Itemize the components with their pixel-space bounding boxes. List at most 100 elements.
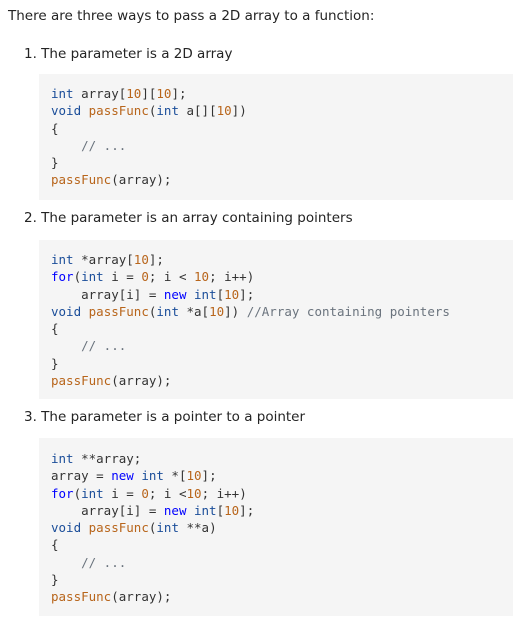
code-token: // ... xyxy=(51,137,127,153)
code-token: passFunc xyxy=(51,373,112,389)
code-token: int xyxy=(51,86,74,101)
code-line: } xyxy=(51,572,59,587)
code-token: ; i < xyxy=(148,485,187,501)
code-token: array[i] = xyxy=(51,286,164,302)
code-token: { xyxy=(51,120,59,136)
code-line: } xyxy=(51,356,59,371)
code-token: int xyxy=(51,252,74,267)
code-token: array[ xyxy=(73,86,127,101)
code-line: void passFunc(int *a[10]) //Array contai… xyxy=(51,304,450,319)
code-token: int xyxy=(156,520,179,536)
code-token: ]; xyxy=(148,252,164,267)
code-token: int xyxy=(194,286,217,302)
code-token: ( xyxy=(73,485,82,501)
code-token: passFunc xyxy=(51,172,112,188)
code-block-3: int **array; array = new int *[10]; for(… xyxy=(39,438,513,616)
code-line: { xyxy=(51,321,59,336)
code-token: (array); xyxy=(111,589,172,605)
code-line: int **array; xyxy=(51,451,141,466)
code-token: 10 xyxy=(133,252,149,267)
code-token: 10 xyxy=(126,86,142,101)
code-token: (array); xyxy=(111,373,172,389)
code-token: int xyxy=(156,103,179,119)
code-line: passFunc(array); xyxy=(51,172,171,187)
code-token: **array; xyxy=(73,451,142,466)
code-token: *[ xyxy=(163,468,187,484)
code-line: // ... xyxy=(51,338,126,353)
code-token: void xyxy=(51,103,82,119)
code-token: *a[ xyxy=(178,303,210,319)
code-token: 10 xyxy=(186,485,202,501)
code-token: int xyxy=(81,485,104,501)
code-line: void passFunc(int a[][10]) xyxy=(51,103,247,118)
code-token: //Array containing pointers xyxy=(246,303,450,319)
code-token: } xyxy=(51,572,59,588)
code-line: passFunc(array); xyxy=(51,373,171,388)
code-token: 10 xyxy=(156,86,172,101)
code-token: passFunc xyxy=(88,303,149,319)
code-line: passFunc(array); xyxy=(51,589,171,604)
code-token: } xyxy=(51,355,59,371)
section-3-heading: 3. The parameter is a pointer to a point… xyxy=(24,409,306,425)
code-token: 10 xyxy=(224,502,240,518)
code-token: int xyxy=(51,451,74,466)
code-token: [ xyxy=(216,502,225,518)
code-block-1: int array[10][10]; void passFunc(int a[]… xyxy=(39,74,513,200)
code-token: } xyxy=(51,155,59,171)
section-2-heading: 2. The parameter is an array containing … xyxy=(24,210,353,226)
intro-text: There are three ways to pass a 2D array … xyxy=(8,8,375,24)
code-token: { xyxy=(51,537,59,553)
code-token: int xyxy=(81,269,104,285)
code-token: ; i++) xyxy=(201,485,247,501)
code-token: **a) xyxy=(178,520,217,536)
code-token: new xyxy=(111,468,134,484)
code-token: ; i++) xyxy=(209,269,255,285)
code-token: 10 xyxy=(194,269,210,285)
code-token: new xyxy=(163,286,187,302)
code-token: passFunc xyxy=(51,589,112,605)
code-line: int *array[10]; xyxy=(51,252,164,267)
code-token: ; i < xyxy=(148,269,195,285)
code-token: ]; xyxy=(239,502,255,518)
code-token: i = xyxy=(103,269,142,285)
code-token: // ... xyxy=(51,338,127,354)
code-token: array[i] = xyxy=(51,502,164,518)
code-token: i = xyxy=(103,485,142,501)
code-line: } xyxy=(51,155,59,170)
code-token: 10 xyxy=(224,286,240,302)
code-token: void xyxy=(51,303,82,319)
section-1-heading: 1. The parameter is a 2D array xyxy=(24,46,233,62)
code-listing-1: int array[10][10]; void passFunc(int a[]… xyxy=(51,85,513,189)
code-token: array = xyxy=(51,468,112,484)
code-token: 0 xyxy=(141,485,149,501)
code-token: a[][ xyxy=(178,103,217,119)
code-token: ]; xyxy=(171,86,187,101)
code-line: array[i] = new int[10]; xyxy=(51,503,254,518)
code-token: ]; xyxy=(239,286,255,302)
code-token: ][ xyxy=(141,86,157,101)
code-token: for xyxy=(51,485,74,501)
code-listing-3: int **array; array = new int *[10]; for(… xyxy=(51,450,513,606)
code-line: int array[10][10]; xyxy=(51,86,187,101)
code-token: for xyxy=(51,269,74,285)
code-line: void passFunc(int **a) xyxy=(51,520,217,535)
code-token: [ xyxy=(216,286,225,302)
code-token: ( xyxy=(73,269,82,285)
code-token: *array[ xyxy=(73,252,134,267)
code-token: (array); xyxy=(111,172,172,188)
code-token: ]) xyxy=(231,103,247,119)
code-token: int xyxy=(194,502,217,518)
code-line: // ... xyxy=(51,555,126,570)
code-token: 10 xyxy=(186,468,202,484)
code-block-2: int *array[10]; for(int i = 0; i < 10; i… xyxy=(39,240,513,399)
code-token: passFunc xyxy=(88,520,149,536)
code-token: passFunc xyxy=(88,103,149,119)
code-line: { xyxy=(51,537,59,552)
code-line: array = new int *[10]; xyxy=(51,468,217,483)
code-token: new xyxy=(163,502,187,518)
